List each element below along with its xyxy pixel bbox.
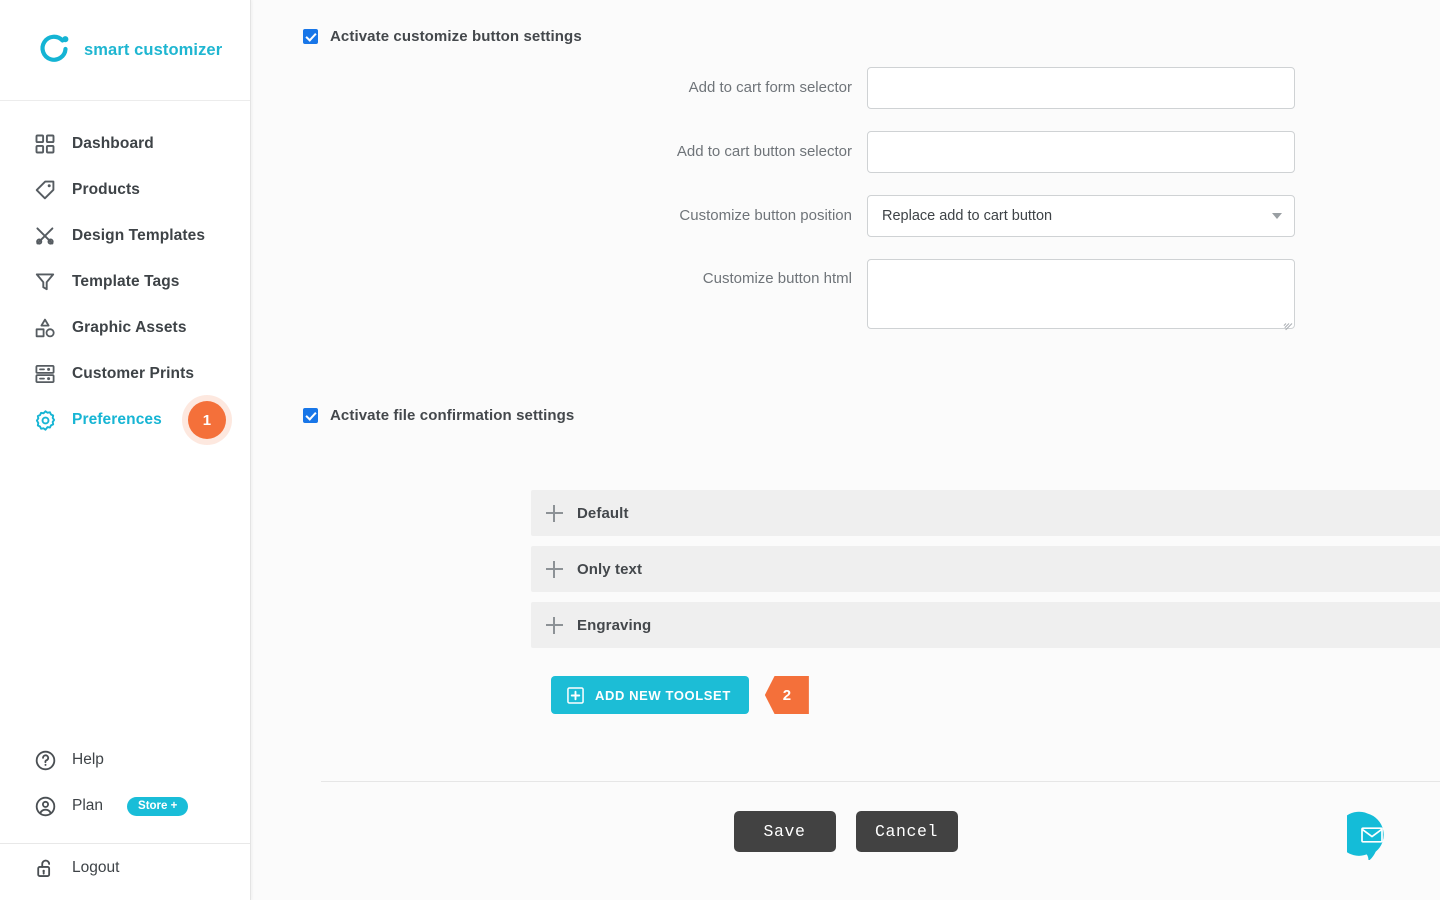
logout-label: Logout [72,859,120,876]
funnel-icon [32,269,58,295]
accordion-title: Engraving [577,616,652,634]
print-layers-icon [32,361,58,387]
field-label: Add to cart form selector [688,79,852,96]
user-circle-icon [32,793,58,819]
cancel-button[interactable]: Cancel [855,811,958,852]
field-customize-button-position: Customize button position Replace add to… [251,195,1440,237]
activate-file-confirmation-settings-label: Activate file confirmation settings [330,407,575,424]
smart-customizer-logo-icon [36,32,72,68]
unlock-icon [32,855,58,881]
sidebar-item-plan[interactable]: Plan Store + [0,783,250,829]
sidebar-divider [0,843,250,844]
field-add-to-cart-button-selector: Add to cart button selector [251,131,1440,173]
sidebar-item-label: Customer Prints [72,365,195,382]
customize-button-position-value: Replace add to cart button [867,195,1295,237]
sidebar: smart customizer Dashboard Products Desi… [0,0,251,900]
sidebar-item-logout[interactable]: Logout [0,854,250,900]
shapes-icon [32,315,58,341]
activate-customize-button-settings-checkbox[interactable] [303,29,318,44]
accordion-item-default[interactable]: Default [531,490,1440,536]
add-toolset-badge: 2 [764,676,809,714]
question-circle-icon [32,747,58,773]
field-customize-button-html: Customize button html [251,259,1440,331]
footer-divider [321,781,1440,782]
preferences-badge: 1 [187,401,226,439]
sidebar-item-template-tags[interactable]: Template Tags [0,259,250,305]
sidebar-item-label: Products [72,181,140,198]
activate-file-confirmation-settings-checkbox[interactable] [303,408,318,423]
sidebar-item-label: Design Templates [72,227,206,244]
field-control [867,67,1295,109]
activate-file-confirmation-settings-row[interactable]: Activate file confirmation settings [251,407,1440,424]
add-toolset-row: ADD NEW TOOLSET 2 [251,676,1440,714]
sidebar-item-help[interactable]: Help [0,737,250,783]
field-label: Add to cart button selector [676,143,852,160]
brand-header[interactable]: smart customizer [0,0,250,101]
store-plan-pill[interactable]: Store + [127,796,189,816]
sidebar-item-label: Template Tags [72,273,180,290]
accordion-title: Default [577,504,629,522]
settings-form: Activate customize button settings Add t… [251,0,1440,714]
add-square-icon [567,686,584,704]
sidebar-item-label: Preferences [72,411,162,428]
accordion-item-engraving[interactable]: Engraving [531,602,1440,648]
accordion-item-only-text[interactable]: Only text [531,546,1440,592]
customize-button-html-textarea[interactable] [867,259,1295,329]
sidebar-bottom: Help Plan Store + Logout [0,737,250,900]
sidebar-item-design-templates[interactable]: Design Templates [0,213,250,259]
brand-name: smart customizer [84,40,223,59]
plan-label: Plan [72,797,104,814]
field-label: Customize button html [702,270,852,287]
chevron-down-icon [1272,213,1282,219]
field-label: Customize button position [679,207,852,224]
sidebar-item-dashboard[interactable]: Dashboard [0,121,250,167]
toolset-accordion: Default Only text Engraving [251,490,1440,648]
add-to-cart-form-selector-input[interactable] [867,67,1295,109]
app-root: smart customizer Dashboard Products Desi… [0,0,1440,900]
sidebar-item-preferences[interactable]: Preferences 1 [0,397,250,443]
activate-customize-button-settings-row[interactable]: Activate customize button settings [251,28,1440,45]
sidebar-item-graphic-assets[interactable]: Graphic Assets [0,305,250,351]
field-control [867,259,1295,331]
sidebar-item-customer-prints[interactable]: Customer Prints [0,351,250,397]
field-add-to-cart-form-selector: Add to cart form selector [251,67,1440,109]
save-button[interactable]: Save [733,811,836,852]
sidebar-item-label: Dashboard [72,135,154,152]
accordion-title: Only text [577,560,643,578]
customize-button-position-select[interactable]: Replace add to cart button [867,195,1295,237]
add-to-cart-button-selector-input[interactable] [867,131,1295,173]
main-content: Activate customize button settings Add t… [251,0,1440,900]
help-label: Help [72,751,104,768]
form-actions: Save Cancel [251,811,1440,852]
chat-support-button[interactable] [1337,810,1397,862]
gear-icon [32,407,58,433]
tag-icon [32,177,58,203]
sidebar-nav: Dashboard Products Design Templates Temp… [0,101,250,443]
sidebar-item-label: Graphic Assets [72,319,187,336]
grid-icon [32,131,58,157]
add-new-toolset-button[interactable]: ADD NEW TOOLSET [551,676,749,714]
customize-button-html-wrap [867,259,1295,331]
field-control: Replace add to cart button [867,195,1295,237]
design-tools-icon [32,223,58,249]
add-new-toolset-label: ADD NEW TOOLSET [595,687,731,703]
field-control [867,131,1295,173]
activate-customize-button-settings-label: Activate customize button settings [330,28,582,45]
sidebar-item-products[interactable]: Products [0,167,250,213]
